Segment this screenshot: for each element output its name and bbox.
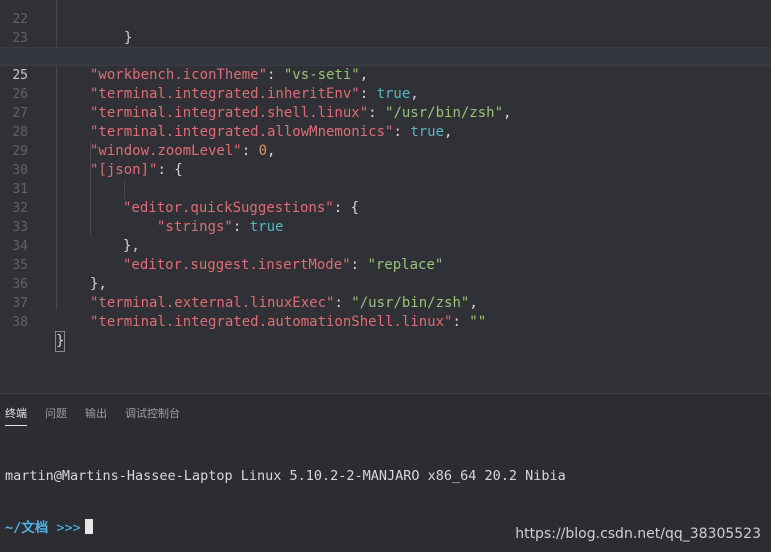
code-line[interactable]: 30	[0, 142, 771, 178]
json-key: "terminal.integrated.automationShell.lin…	[90, 314, 453, 330]
tab-output[interactable]: 输出	[85, 405, 107, 426]
matching-bracket: }	[54, 331, 66, 352]
code-line[interactable]: 35 },	[0, 237, 771, 292]
code-line[interactable]: 26 "terminal.integrated.shell.linux": "/…	[0, 66, 771, 121]
code-line[interactable]: 33 },	[0, 199, 771, 254]
line-number: 38	[12, 315, 28, 330]
code-line-current[interactable]: 25 "terminal.integrated.inheritEnv": tru…	[0, 47, 771, 102]
code-line[interactable]: 24 "workbench.iconTheme": "vs-seti",	[0, 28, 771, 83]
code-line[interactable]: 38 }	[0, 294, 771, 352]
code-line[interactable]: 36 "terminal.external.linuxExec": "/usr/…	[0, 256, 771, 311]
panel-tabs: 终端 问题 输出 调试控制台	[5, 405, 198, 426]
code-text: "terminal.integrated.automationShell.lin…	[90, 313, 486, 332]
terminal-cursor	[84, 519, 93, 534]
code-line[interactable]: 34 "editor.suggest.insertMode": "replace…	[0, 218, 771, 273]
code-line[interactable]: 28 "window.zoomLevel": 0,	[0, 104, 771, 159]
terminal-prompt: ~/文档 >>>	[5, 519, 566, 537]
tab-problems[interactable]: 问题	[45, 405, 67, 426]
code-line[interactable]: 23 ],	[0, 10, 771, 65]
code-editor[interactable]: 22 } 23 ], 24 "workbench.iconTheme": "vs…	[0, 0, 771, 393]
terminal-system-line: martin@Martins-Hassee-Laptop Linux 5.10.…	[5, 468, 566, 484]
watermark-text: https://blog.csdn.net/qq_38305523	[515, 526, 761, 542]
terminal-output[interactable]: martin@Martins-Hassee-Laptop Linux 5.10.…	[5, 434, 566, 552]
code-line[interactable]: 32 "strings": true	[0, 180, 771, 235]
tab-debug-console[interactable]: 调试控制台	[125, 405, 180, 426]
code-line[interactable]: 31 "editor.quickSuggestions": {	[0, 161, 771, 216]
json-value: ""	[469, 314, 487, 330]
json-sep: :	[452, 314, 470, 330]
tab-terminal[interactable]: 终端	[5, 405, 27, 426]
code-line[interactable]: 29 "[json]": {	[0, 123, 771, 178]
prompt-directory: ~/文档	[5, 520, 49, 536]
code-line[interactable]: 37 "terminal.integrated.automationShell.…	[0, 275, 771, 330]
code-line[interactable]: 22 }	[0, 0, 771, 46]
prompt-arrows: >>>	[56, 520, 81, 536]
bottom-panel: 终端 问题 输出 调试控制台 martin@Martins-Hassee-Lap…	[0, 393, 771, 552]
code-line[interactable]: 27 "terminal.integrated.allowMnemonics":…	[0, 85, 771, 140]
